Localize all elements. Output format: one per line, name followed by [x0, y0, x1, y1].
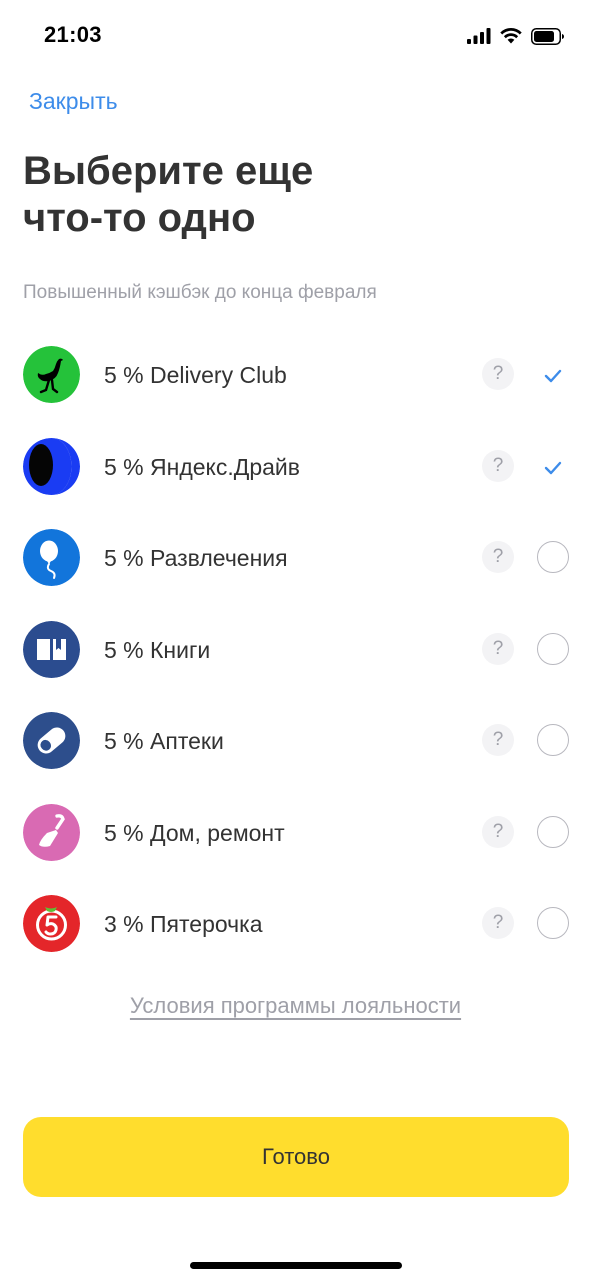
- status-icons: [467, 25, 565, 47]
- item-label: 3 % Пятерочка: [104, 911, 263, 937]
- help-button[interactable]: ?: [482, 724, 514, 756]
- trowel-icon: [23, 803, 80, 861]
- check-icon[interactable]: [538, 453, 568, 483]
- yandex-drive-icon: [23, 437, 80, 495]
- cellular-signal-icon: [467, 28, 491, 44]
- list-item-pyaterochka[interactable]: 3 % Пятерочка ?: [0, 878, 591, 970]
- item-label: 5 % Delivery Club: [104, 362, 287, 388]
- help-button[interactable]: ?: [482, 815, 514, 848]
- balloon-icon: [23, 529, 80, 586]
- done-button[interactable]: Готово: [23, 1117, 569, 1197]
- help-button[interactable]: ?: [482, 632, 514, 665]
- radio-button[interactable]: [537, 907, 569, 939]
- subtitle: Повышенный кэшбэк до конца февраля: [23, 282, 377, 303]
- cashback-category-list: 5 % Delivery Club ? 5 % Яндекс.Драйв ? 5…: [0, 329, 591, 970]
- list-item-books[interactable]: 5 % Книги ?: [0, 604, 591, 696]
- item-label: 5 % Развлечения: [104, 545, 288, 571]
- page-title-line-1: Выберите еще: [23, 149, 314, 193]
- help-button[interactable]: ?: [482, 907, 514, 939]
- list-item-delivery-club[interactable]: 5 % Delivery Club ?: [0, 329, 591, 421]
- check-icon[interactable]: [538, 361, 568, 391]
- wifi-icon: [500, 28, 522, 44]
- status-bar: 21:03: [0, 0, 591, 70]
- radio-button[interactable]: [537, 632, 569, 665]
- radio-button[interactable]: [537, 541, 569, 573]
- status-time: 21:03: [44, 22, 102, 47]
- item-label: 5 % Аптеки: [104, 728, 224, 754]
- battery-icon: [531, 27, 565, 45]
- item-label: 5 % Яндекс.Драйв: [104, 453, 300, 480]
- home-indicator[interactable]: [190, 1262, 402, 1269]
- radio-button[interactable]: [537, 815, 569, 848]
- item-label: 5 % Дом, ремонт: [104, 819, 285, 846]
- list-item-home-repair[interactable]: 5 % Дом, ремонт ?: [0, 787, 591, 879]
- pill-icon: [23, 712, 80, 769]
- item-label: 5 % Книги: [104, 636, 211, 663]
- loyalty-terms-link[interactable]: Условия программы лояльности: [0, 993, 591, 1019]
- list-item-pharmacies[interactable]: 5 % Аптеки ?: [0, 695, 591, 787]
- pyaterochka-logo-icon: [23, 895, 80, 952]
- radio-button[interactable]: [537, 724, 569, 756]
- ostrich-icon: [23, 346, 80, 403]
- help-button[interactable]: ?: [482, 358, 514, 390]
- help-button[interactable]: ?: [482, 541, 514, 573]
- close-link[interactable]: Закрыть: [29, 88, 118, 115]
- list-item-entertainment[interactable]: 5 % Развлечения ?: [0, 512, 591, 604]
- list-item-yandex-drive[interactable]: 5 % Яндекс.Драйв ?: [0, 421, 591, 513]
- book-icon: [23, 620, 80, 678]
- help-button[interactable]: ?: [482, 449, 514, 482]
- page-title-line-2: что-то одно: [23, 196, 256, 240]
- page-title: Выберите еще что-то одно: [23, 148, 463, 242]
